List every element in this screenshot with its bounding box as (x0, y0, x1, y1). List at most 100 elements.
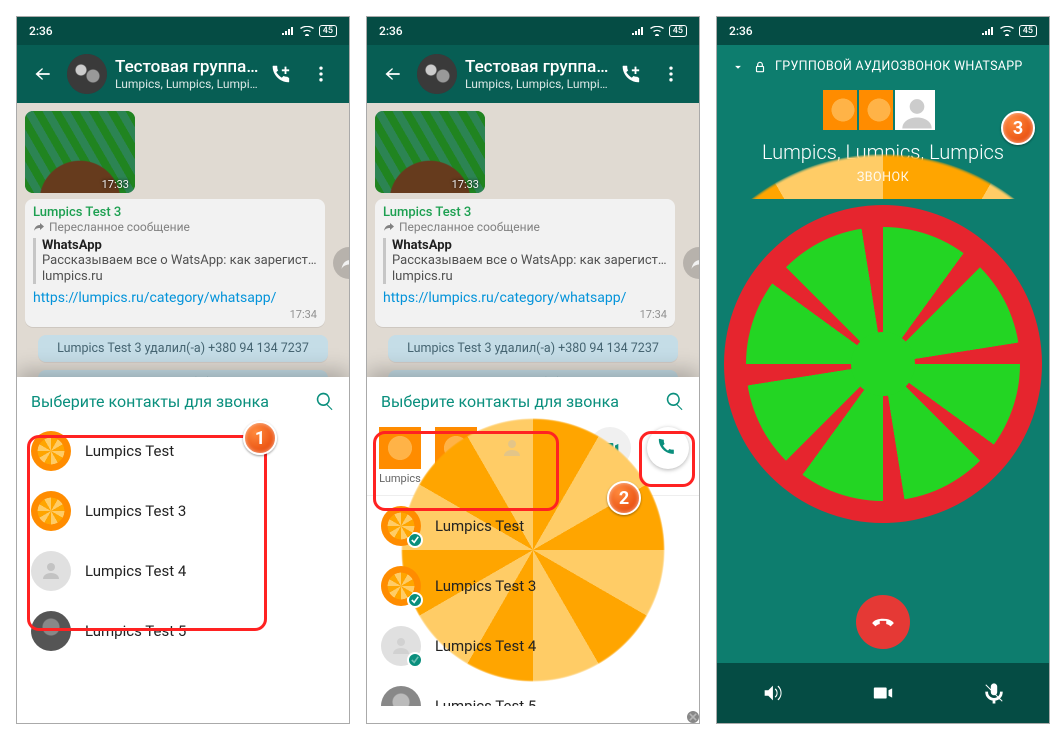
search-icon[interactable] (315, 391, 335, 411)
check-icon (407, 652, 423, 668)
group-subtitle: Lumpics, Lumpics, Lumpics, Lumpics, ... (465, 77, 609, 91)
image-time: 17:33 (452, 178, 479, 191)
phone-2: 2:36 45 Тестовая группа 👍 Lumpics, Lumpi… (366, 16, 700, 724)
add-call-icon[interactable] (609, 63, 651, 85)
link-url[interactable]: https://lumpics.ru/category/whatsapp/ (383, 290, 667, 306)
selected-contact[interactable]: Lumpics (433, 427, 479, 485)
link-desc: Рассказываем все о WatsApp: как зарегист… (392, 253, 667, 269)
participant-avatar (857, 88, 901, 132)
title-block[interactable]: Тестовая группа 👍 Lumpics, Lumpics, Lump… (465, 57, 609, 91)
end-call-button[interactable] (856, 595, 910, 649)
status-bar: 2:36 45 (367, 17, 699, 45)
status-icons: 45 (281, 25, 337, 37)
contact-name: Lumpics Test (435, 517, 524, 535)
contact-avatar (381, 626, 421, 666)
call-header: ГРУППОВОЙ АУДИОЗВОНОК WHATSAPP Lumpics, … (717, 45, 1049, 199)
group-title: Тестовая группа 👍 (465, 57, 609, 77)
link-url[interactable]: https://lumpics.ru/category/whatsapp/ (33, 290, 317, 306)
status-icons: 45 (631, 25, 687, 37)
lock-icon (753, 60, 767, 74)
battery-icon: 45 (669, 25, 687, 37)
forwarded-label: Пересланное сообщение (383, 220, 667, 234)
back-icon[interactable] (373, 64, 413, 84)
group-subtitle: Lumpics, Lumpics, Lumpics, Lumpics, ... (115, 77, 259, 91)
status-bar: 2:36 45 (17, 17, 349, 45)
search-icon[interactable] (665, 391, 685, 411)
call-status: ЗВОНОК (731, 170, 1035, 185)
link-preview: WhatsApp Рассказываем все о WatsApp: как… (33, 238, 317, 284)
link-domain: lumpics.ru (392, 269, 667, 284)
speaker-button[interactable] (761, 682, 783, 704)
forward-button[interactable] (333, 247, 349, 279)
link-domain: lumpics.ru (42, 269, 317, 284)
contact-name: Lumpics Test (85, 442, 174, 460)
battery-icon: 45 (1019, 25, 1037, 37)
status-time: 2:36 (729, 24, 753, 38)
contact-row[interactable]: Lumpics Test 4 (367, 616, 699, 676)
contact-row[interactable]: Lumpics Test 3 (17, 481, 349, 541)
menu-icon[interactable] (301, 64, 341, 84)
contact-picker-sheet: Выберите контакты для звонка Lumpics Tes… (17, 377, 349, 723)
sender-name: Lumpics Test 3 (33, 205, 317, 220)
group-avatar[interactable] (67, 54, 107, 94)
title-block[interactable]: Тестовая группа 👍 Lumpics, Lumpics, Lump… (115, 57, 259, 91)
image-message[interactable]: 17:33 (25, 111, 135, 193)
contact-name: Lumpics Test 3 (85, 502, 186, 520)
link-preview: WhatsApp Рассказываем все о WatsApp: как… (383, 238, 667, 284)
group-avatar[interactable] (417, 54, 457, 94)
contact-row[interactable]: Lumpics Test 4 (17, 541, 349, 601)
contact-list: Lumpics Test Lumpics Test 3 Lumpics Test… (367, 496, 699, 706)
selected-avatar (435, 427, 477, 469)
sheet-title: Выберите контакты для звонка (31, 392, 269, 411)
mute-button[interactable] (983, 682, 1005, 704)
contact-avatar (31, 551, 71, 591)
add-call-icon[interactable] (259, 63, 301, 85)
phone-3: 2:36 45 ГРУППОВОЙ АУДИОЗВОНОК WHATSAPP L… (716, 16, 1050, 724)
caller-big-avatar (724, 205, 1042, 523)
contact-row[interactable]: Lumpics Test 5 (367, 676, 699, 706)
link-desc: Рассказываем все о WatsApp: как зарегист… (42, 253, 317, 269)
msg-time: 17:34 (383, 308, 667, 321)
contact-name: Lumpics Test 3 (435, 577, 536, 595)
contact-row[interactable]: Lumpics Test 3 (367, 556, 699, 616)
selected-contacts-row: Lumpics Lumpics Lumpics (367, 421, 699, 496)
back-icon[interactable] (23, 64, 63, 84)
forward-button[interactable] (683, 247, 699, 279)
system-message: Lumpics Test 3 удалил(-а) +380 94 134 72… (388, 335, 679, 362)
contact-avatar (381, 506, 421, 546)
status-time: 2:36 (379, 24, 403, 38)
call-main-area (717, 199, 1049, 663)
chevron-down-icon (731, 60, 745, 74)
check-icon (407, 532, 423, 548)
contact-list: Lumpics Test Lumpics Test 3 Lumpics Test… (17, 421, 349, 661)
contact-name: Lumpics Test 5 (435, 697, 536, 706)
app-bar: Тестовая группа 👍 Lumpics, Lumpics, Lump… (17, 45, 349, 103)
contact-name: Lumpics Test 5 (85, 622, 186, 640)
contact-row[interactable]: Lumpics Test (17, 421, 349, 481)
contact-avatar (381, 566, 421, 606)
contact-avatar (31, 491, 71, 531)
status-time: 2:36 (29, 24, 53, 38)
menu-icon[interactable] (651, 64, 691, 84)
incoming-message[interactable]: Lumpics Test 3 Пересланное сообщение Wha… (25, 199, 325, 327)
contact-row[interactable]: Lumpics Test (367, 496, 699, 556)
contact-row[interactable]: Lumpics Test 5 (17, 601, 349, 661)
status-icons: 45 (981, 25, 1037, 37)
group-title: Тестовая группа 👍 (115, 57, 259, 77)
link-title: WhatsApp (42, 238, 317, 253)
sender-name: Lumpics Test 3 (383, 205, 667, 220)
phone-1: 2:36 45 Тестовая группа 👍 Lumpics, Lumpi… (16, 16, 350, 724)
incoming-message[interactable]: Lumpics Test 3 Пересланное сообщение Wha… (375, 199, 675, 327)
contact-avatar (381, 686, 421, 706)
contact-avatar (31, 611, 71, 651)
image-time: 17:33 (102, 178, 129, 191)
link-title: WhatsApp (392, 238, 667, 253)
remove-icon[interactable] (685, 709, 700, 724)
step-badge-1: 1 (243, 421, 277, 455)
contact-name: Lumpics Test 4 (85, 562, 186, 580)
image-message[interactable]: 17:33 (375, 111, 485, 193)
participant-avatars (731, 88, 1035, 132)
forwarded-label: Пересланное сообщение (33, 220, 317, 234)
system-message: Lumpics Test 3 удалил(-а) +380 94 134 72… (38, 335, 329, 362)
contact-name: Lumpics Test 4 (435, 637, 536, 655)
